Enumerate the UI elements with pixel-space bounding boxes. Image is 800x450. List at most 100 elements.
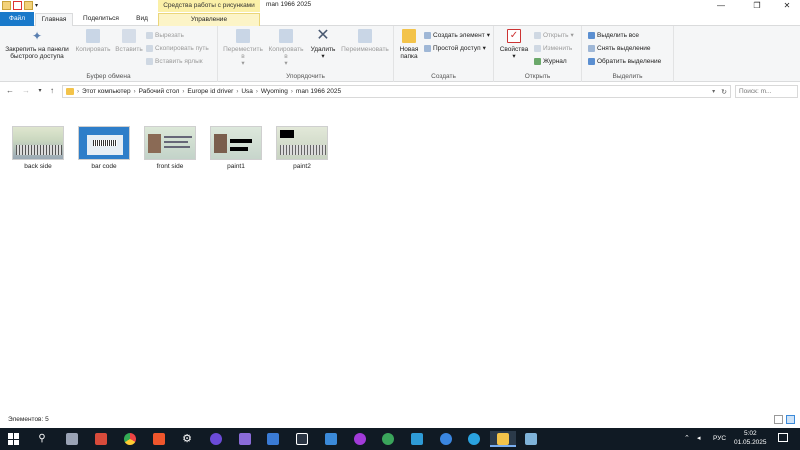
copy-path-button[interactable]: Скопировать путь: [146, 44, 209, 53]
tray-expand-icon[interactable]: ⌃: [684, 434, 690, 442]
paste-button[interactable]: Вставить: [114, 29, 144, 53]
notifications-icon[interactable]: [778, 433, 788, 442]
pin-quick-access-button[interactable]: ✦ Закрепить на панели быстрого доступа: [2, 29, 72, 60]
file-item[interactable]: bar code: [77, 126, 131, 170]
title-bar: ▾ Средства работы с рисунками man 1966 2…: [0, 0, 800, 12]
file-item[interactable]: paint1: [209, 126, 263, 170]
details-view-icon[interactable]: [774, 415, 783, 424]
large-icons-view-icon[interactable]: [786, 415, 795, 424]
paste-shortcut-button[interactable]: Вставить ярлык: [146, 57, 203, 66]
paste-shortcut-label: Вставить ярлык: [155, 58, 203, 65]
invert-selection-button[interactable]: Обратить выделение: [588, 57, 661, 66]
status-bar: Элементов: 5: [0, 411, 800, 428]
language-indicator[interactable]: РУС: [713, 435, 726, 442]
clock-time[interactable]: 5:02: [744, 430, 757, 437]
quick-access-toolbar: ▾: [2, 1, 38, 10]
up-button[interactable]: ↑: [46, 85, 58, 97]
gear-icon[interactable]: ⚙: [179, 431, 195, 447]
select-all-label: Выделить все: [597, 32, 640, 39]
chrome-icon[interactable]: [122, 431, 138, 447]
ribbon-tabs: Файл Главная Поделиться Вид Управление: [0, 12, 800, 26]
properties-quick-icon[interactable]: [13, 1, 22, 10]
app-icon[interactable]: [438, 431, 454, 447]
copy-button[interactable]: Копировать: [74, 29, 112, 53]
shield-icon[interactable]: [323, 431, 339, 447]
address-bar[interactable]: › Этот компьютер › Рабочий стол › Europe…: [62, 85, 731, 98]
select-all-button[interactable]: Выделить все: [588, 31, 639, 40]
recent-locations-dropdown-icon[interactable]: ▾: [34, 85, 46, 97]
copy-to-label: Копировать в: [268, 46, 304, 60]
new-folder-quick-icon[interactable]: [24, 1, 33, 10]
app-icon[interactable]: [265, 431, 281, 447]
close-button[interactable]: ✕: [776, 0, 798, 12]
clock-date[interactable]: 01.05.2025: [734, 439, 767, 446]
file-item[interactable]: front side: [143, 126, 197, 170]
move-to-button[interactable]: Переместить в ▾: [222, 29, 264, 67]
organize-group-label: Упорядочить: [286, 73, 325, 80]
select-none-icon: [588, 45, 595, 52]
app-icon[interactable]: [64, 431, 80, 447]
new-folder-button[interactable]: Новая папка: [398, 29, 420, 60]
tab-manage[interactable]: Управление: [158, 13, 260, 26]
app-icon[interactable]: [523, 431, 539, 447]
breadcrumb-wyoming[interactable]: Wyoming: [261, 88, 288, 95]
tab-view[interactable]: Вид: [128, 13, 156, 26]
file-item[interactable]: paint2: [275, 126, 329, 170]
clock-app-icon[interactable]: [294, 431, 310, 447]
telegram-icon[interactable]: [466, 431, 482, 447]
breadcrumb-desktop[interactable]: Рабочий стол: [139, 88, 180, 95]
open-label: Открыть: [543, 32, 569, 39]
tab-home[interactable]: Главная: [35, 13, 73, 26]
select-all-icon: [588, 32, 595, 39]
tab-share[interactable]: Поделиться: [78, 13, 124, 26]
brave-icon[interactable]: [151, 431, 167, 447]
select-none-button[interactable]: Снять выделение: [588, 44, 651, 53]
new-item-button[interactable]: Создать элемент ▾: [424, 31, 490, 40]
create-group-label: Создать: [431, 73, 456, 80]
copy-to-button[interactable]: Копировать в ▾: [266, 29, 306, 67]
breadcrumb-separator-icon: ›: [236, 88, 239, 95]
app-icon[interactable]: [237, 431, 253, 447]
navigation-bar: ← → ▾ ↑ › Этот компьютер › Рабочий стол …: [0, 83, 800, 99]
tab-file[interactable]: Файл: [0, 12, 34, 26]
back-button[interactable]: ←: [4, 85, 16, 97]
file-explorer-taskbar-icon[interactable]: [490, 431, 516, 447]
breadcrumb-current-folder[interactable]: man 1966 2025: [296, 88, 341, 95]
history-icon: [534, 58, 541, 65]
app-icon[interactable]: [208, 431, 224, 447]
file-item[interactable]: back side: [11, 126, 65, 170]
new-folder-label: Новая папка: [399, 46, 419, 60]
organize-group: Переместить в ▾ Копировать в ▾ ✕ Удалить…: [218, 26, 394, 82]
properties-label: Свойства: [499, 46, 529, 53]
easy-access-button[interactable]: Простой доступ ▾: [424, 44, 486, 53]
file-name: bar code: [91, 163, 117, 170]
utorrent-icon[interactable]: [380, 431, 396, 447]
search-icon[interactable]: ⚲: [34, 431, 50, 447]
ribbon: ✦ Закрепить на панели быстрого доступа К…: [0, 26, 800, 82]
rename-button[interactable]: Переименовать: [338, 29, 392, 53]
forward-button[interactable]: →: [20, 85, 32, 97]
open-button[interactable]: Открыть ▾: [534, 31, 574, 40]
cut-label: Вырезать: [155, 32, 184, 39]
breadcrumb-europe-id-driver[interactable]: Europe id driver: [187, 88, 233, 95]
paste-shortcut-icon: [146, 58, 153, 65]
breadcrumb-this-pc[interactable]: Этот компьютер: [82, 88, 131, 95]
app-icon[interactable]: [409, 431, 425, 447]
address-dropdown-icon[interactable]: ▾: [712, 88, 715, 95]
quick-access-dropdown-icon[interactable]: ▾: [35, 2, 38, 9]
refresh-icon[interactable]: ↻: [718, 88, 730, 96]
maximize-button[interactable]: ❐: [746, 0, 768, 12]
cut-button[interactable]: Вырезать: [146, 31, 184, 40]
start-windows-icon[interactable]: [6, 431, 22, 447]
volume-icon[interactable]: ◂: [697, 434, 701, 442]
properties-button[interactable]: ✓ Свойства ▾: [498, 29, 530, 60]
edit-button[interactable]: Изменить: [534, 44, 572, 53]
app-icon[interactable]: [93, 431, 109, 447]
breadcrumb-usa[interactable]: Usa: [241, 88, 253, 95]
delete-button[interactable]: ✕ Удалить ▾: [308, 28, 338, 61]
minimize-button[interactable]: —: [710, 0, 732, 12]
app-icon[interactable]: [352, 431, 368, 447]
search-input[interactable]: Поиск: m...: [735, 85, 798, 98]
folder-icon[interactable]: [2, 1, 11, 10]
history-button[interactable]: Журнал: [534, 57, 567, 66]
